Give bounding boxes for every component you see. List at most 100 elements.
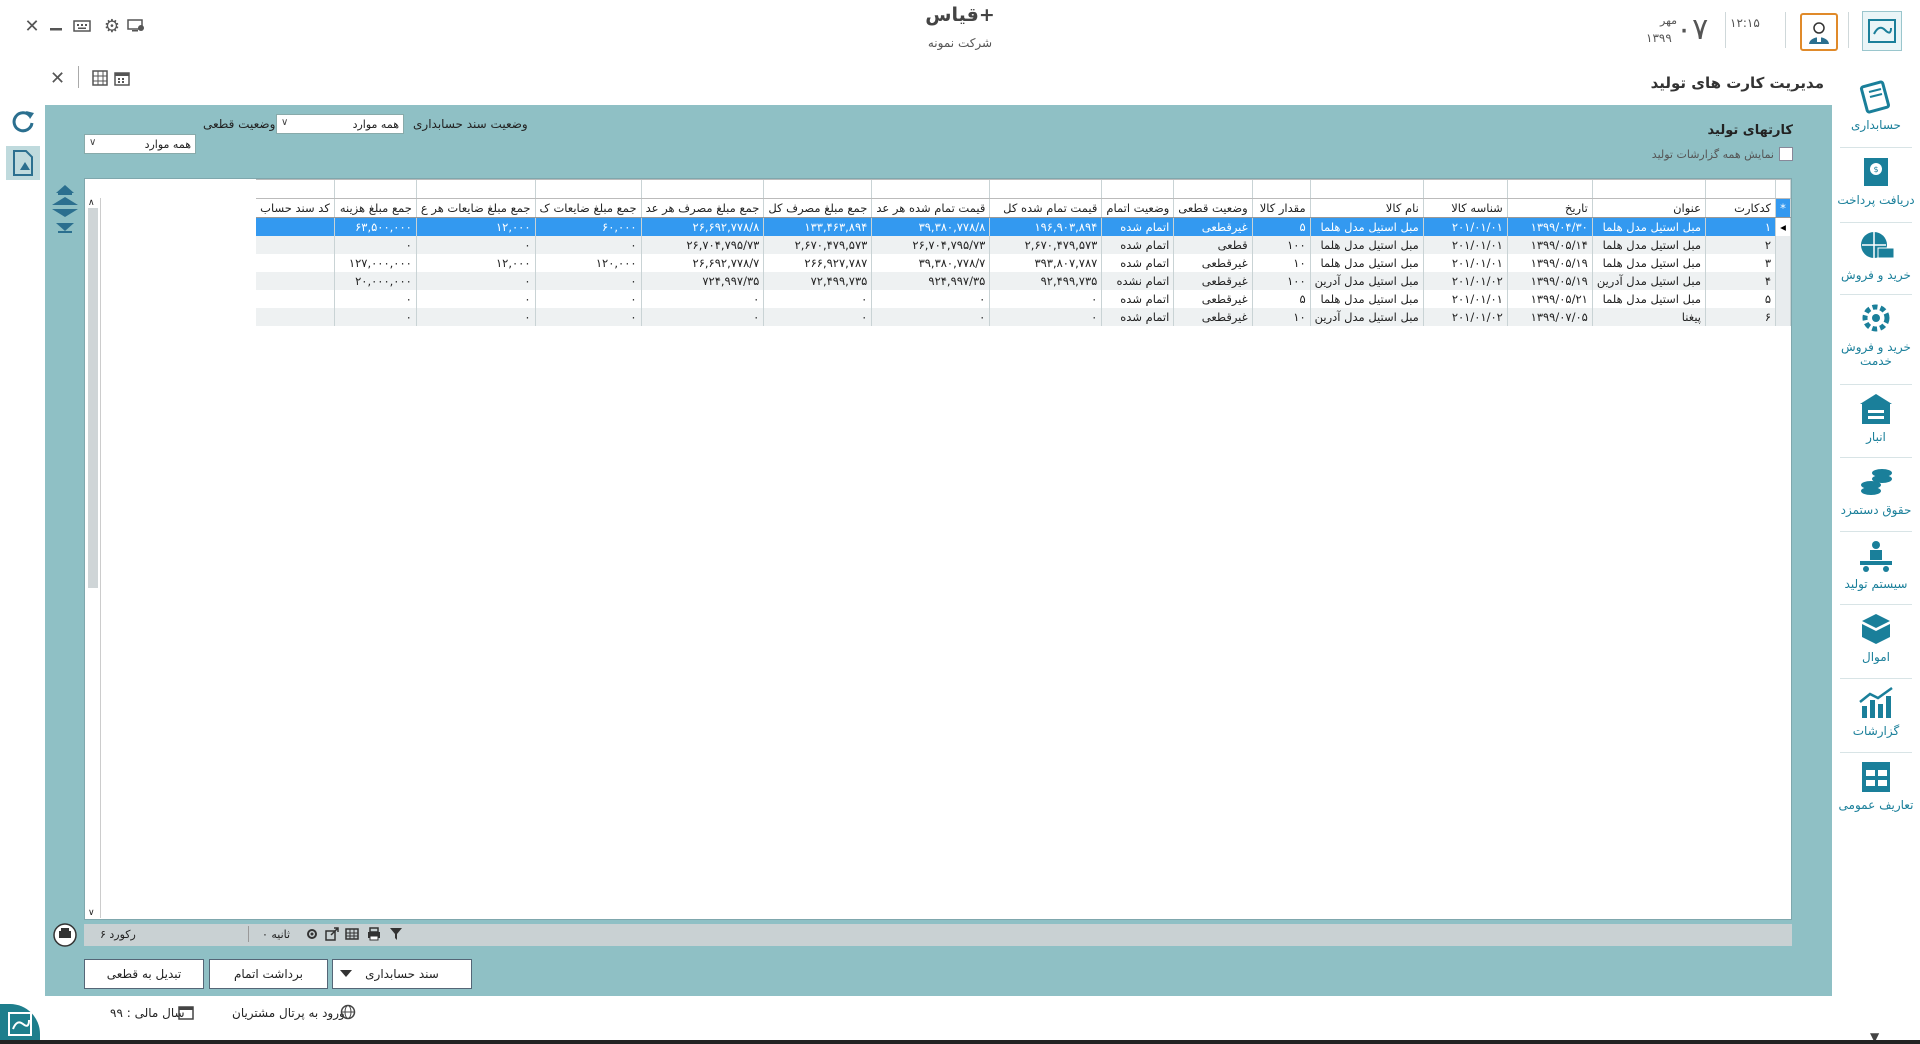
column-header[interactable]: قیمت تمام شده هر عد xyxy=(871,198,991,218)
table-cell: مبل استیل مدل هلما xyxy=(1592,236,1707,254)
print-circle-icon[interactable] xyxy=(52,922,78,951)
scroll-down-icon[interactable]: ∨ xyxy=(88,908,95,918)
select-all-indicator[interactable]: * xyxy=(1775,198,1791,218)
convert-final-button[interactable]: تبدیل به قطعی xyxy=(84,959,204,989)
column-header[interactable]: جمع مبلغ مصرف هر عد xyxy=(641,198,765,218)
first-row-icon[interactable] xyxy=(56,185,74,195)
sidebar-item-accounting[interactable]: حسابداری xyxy=(1832,80,1920,132)
table-cell: ۱۳۹۹/۰۴/۳۰ xyxy=(1507,217,1593,236)
fiscal-year: سال مالی : ۹۹ xyxy=(110,1006,185,1020)
row-indicator[interactable]: ◂ xyxy=(1775,217,1791,236)
calendar-icon[interactable] xyxy=(114,70,130,89)
column-header[interactable]: کد سند حساب xyxy=(256,198,335,218)
table-cell: ۱۳۹۹/۰۷/۰۵ xyxy=(1507,308,1593,326)
row-indicator[interactable] xyxy=(1775,272,1791,290)
row-indicator[interactable] xyxy=(1775,308,1791,326)
table-cell: مبل استیل مدل آدرین xyxy=(1310,272,1424,290)
column-header[interactable]: کدکارت xyxy=(1705,198,1776,218)
table-row[interactable]: ۲ مبل استیل مدل هلما ۱۳۹۹/۰۵/۱۴ ۲۰۱/۰۱/۰۱ مب… xyxy=(256,236,1791,254)
elapsed-seconds: ۰ ثانیه xyxy=(262,928,291,941)
settings-icon[interactable] xyxy=(304,926,320,942)
table-row[interactable]: ۴ مبل استیل مدل آدرین ۱۳۹۹/۰۵/۱۹ ۲۰۱/۰۱/۰۲ م… xyxy=(256,272,1791,290)
accounting-doc-button[interactable]: سند حسابداری xyxy=(332,959,472,989)
close-window-icon[interactable]: ✕ xyxy=(22,16,42,37)
column-header[interactable]: شناسه کالا xyxy=(1423,198,1508,218)
last-row-icon[interactable] xyxy=(56,223,74,233)
refresh-icon[interactable] xyxy=(6,104,40,138)
sidebar-item-production[interactable]: سیستم تولید xyxy=(1832,539,1920,591)
scroll-up-icon[interactable]: ∧ xyxy=(88,198,95,208)
sidebar-item-label: دریافت پرداخت xyxy=(1837,193,1915,207)
table-cell: ۵ xyxy=(1705,290,1776,308)
table-row[interactable]: ۵ مبل استیل مدل هلما ۱۳۹۹/۰۵/۲۱ ۲۰۱/۰۱/۰۱ مب… xyxy=(256,290,1791,308)
accounting-status-select[interactable]: ∨ همه موارد xyxy=(276,114,404,134)
column-header[interactable]: جمع مبلغ ضایعات هر ع xyxy=(416,198,536,218)
column-header[interactable]: مقدار کالا xyxy=(1252,198,1311,218)
filter-icon[interactable] xyxy=(388,926,404,942)
column-header[interactable]: قیمت تمام شده کل xyxy=(989,198,1103,218)
table-cell: ۰ xyxy=(763,308,873,326)
completion-withdraw-button[interactable]: برداشت اتمام xyxy=(209,959,328,989)
app-title: قیاس+ xyxy=(925,4,995,26)
final-status-value: همه موارد xyxy=(144,137,191,151)
settings-gear-icon[interactable]: ⚙ xyxy=(102,16,122,37)
sidebar-item-warehouse[interactable]: انبار xyxy=(1832,392,1920,444)
close-page-icon[interactable]: ✕ xyxy=(50,68,65,89)
sidebar-item-assets[interactable]: اموال xyxy=(1832,612,1920,664)
warehouse-icon xyxy=(1832,392,1920,426)
column-header[interactable]: وضعیت قطعی xyxy=(1173,198,1253,218)
table-cell xyxy=(256,236,335,254)
final-status-select[interactable]: ∨ همه موارد xyxy=(84,134,196,154)
table-icon[interactable] xyxy=(344,926,360,942)
printer-icon[interactable] xyxy=(366,926,382,942)
sidebar-item-definitions[interactable]: تعاریف عمومی xyxy=(1832,760,1920,812)
table-cell: ۱۲,۰۰۰ xyxy=(416,254,536,272)
show-all-reports-checkbox[interactable] xyxy=(1779,147,1793,161)
column-header[interactable]: جمع مبلغ مصرف کل xyxy=(763,198,873,218)
table-cell: ۰ xyxy=(535,290,642,308)
prev-row-icon[interactable] xyxy=(52,197,78,205)
sidebar-item-trade[interactable]: خرید و فروش xyxy=(1832,230,1920,282)
table-cell: غیرقطعی xyxy=(1173,254,1253,272)
table-row[interactable]: ◂ ۱ مبل استیل مدل هلما ۱۳۹۹/۰۴/۳۰ ۲۰۱/۰۱/۰۱ م… xyxy=(256,217,1791,236)
next-row-icon[interactable] xyxy=(52,209,78,217)
column-header[interactable]: وضعیت اتمام xyxy=(1101,198,1175,218)
divider xyxy=(1840,678,1912,679)
sidebar-item-salary[interactable]: حقوق دستمزد xyxy=(1832,465,1920,517)
vertical-scrollbar[interactable]: ∧ ∨ xyxy=(86,198,101,918)
payment-icon: $ xyxy=(1832,155,1920,189)
keyboard-icon[interactable] xyxy=(72,16,92,36)
column-header[interactable]: جمع مبلغ ضایعات ک xyxy=(535,198,642,218)
scroll-thumb[interactable] xyxy=(88,208,98,588)
column-header[interactable]: تاریخ xyxy=(1507,198,1593,218)
column-header[interactable]: نام کالا xyxy=(1310,198,1424,218)
portal-globe-icon[interactable] xyxy=(340,1004,356,1023)
dropdown-arrow-icon[interactable] xyxy=(339,968,353,982)
table-cell: ۹۲۴,۹۹۷/۳۵ xyxy=(871,272,991,290)
row-indicator[interactable] xyxy=(1775,236,1791,254)
column-header[interactable]: جمع مبلغ هزینه xyxy=(334,198,417,218)
table-cell: مبل استیل مدل هلما xyxy=(1310,254,1424,272)
divider xyxy=(1848,12,1849,48)
table-cell: ۱۲۰,۰۰۰ xyxy=(535,254,642,272)
sidebar-item-service[interactable]: خرید و فروش خدمت xyxy=(1832,302,1920,368)
table-row[interactable]: ۳ مبل استیل مدل هلما ۱۳۹۹/۰۵/۱۹ ۲۰۱/۰۱/۰۱ مب… xyxy=(256,254,1791,272)
sidebar-item-reports[interactable]: گزارشات xyxy=(1832,686,1920,738)
table-cell: ۱ xyxy=(1705,217,1776,236)
user-avatar[interactable] xyxy=(1800,13,1838,51)
minimize-window-icon[interactable] xyxy=(46,16,66,36)
export-icon[interactable] xyxy=(324,926,340,942)
grid-view-icon[interactable] xyxy=(92,70,108,89)
table-cell: ۳۹,۳۸۰,۷۷۸/۷ xyxy=(871,254,991,272)
divider xyxy=(1840,604,1912,605)
display-settings-icon[interactable] xyxy=(126,16,146,36)
row-indicator[interactable] xyxy=(1775,254,1791,272)
table-cell: ۰ xyxy=(641,290,765,308)
column-header[interactable]: عنوان xyxy=(1592,198,1707,218)
row-indicator[interactable] xyxy=(1775,290,1791,308)
table-cell: ۰ xyxy=(334,308,417,326)
report-document-icon[interactable] xyxy=(6,146,40,180)
sidebar-item-payment[interactable]: $ دریافت پرداخت xyxy=(1832,155,1920,207)
table-row[interactable]: ۶ پیغنا ۱۳۹۹/۰۷/۰۵ ۲۰۱/۰۱/۰۲ مبل استیل مدل آ… xyxy=(256,308,1791,326)
portal-login-link[interactable]: ورود به پرتال مشتریان xyxy=(232,1006,345,1020)
